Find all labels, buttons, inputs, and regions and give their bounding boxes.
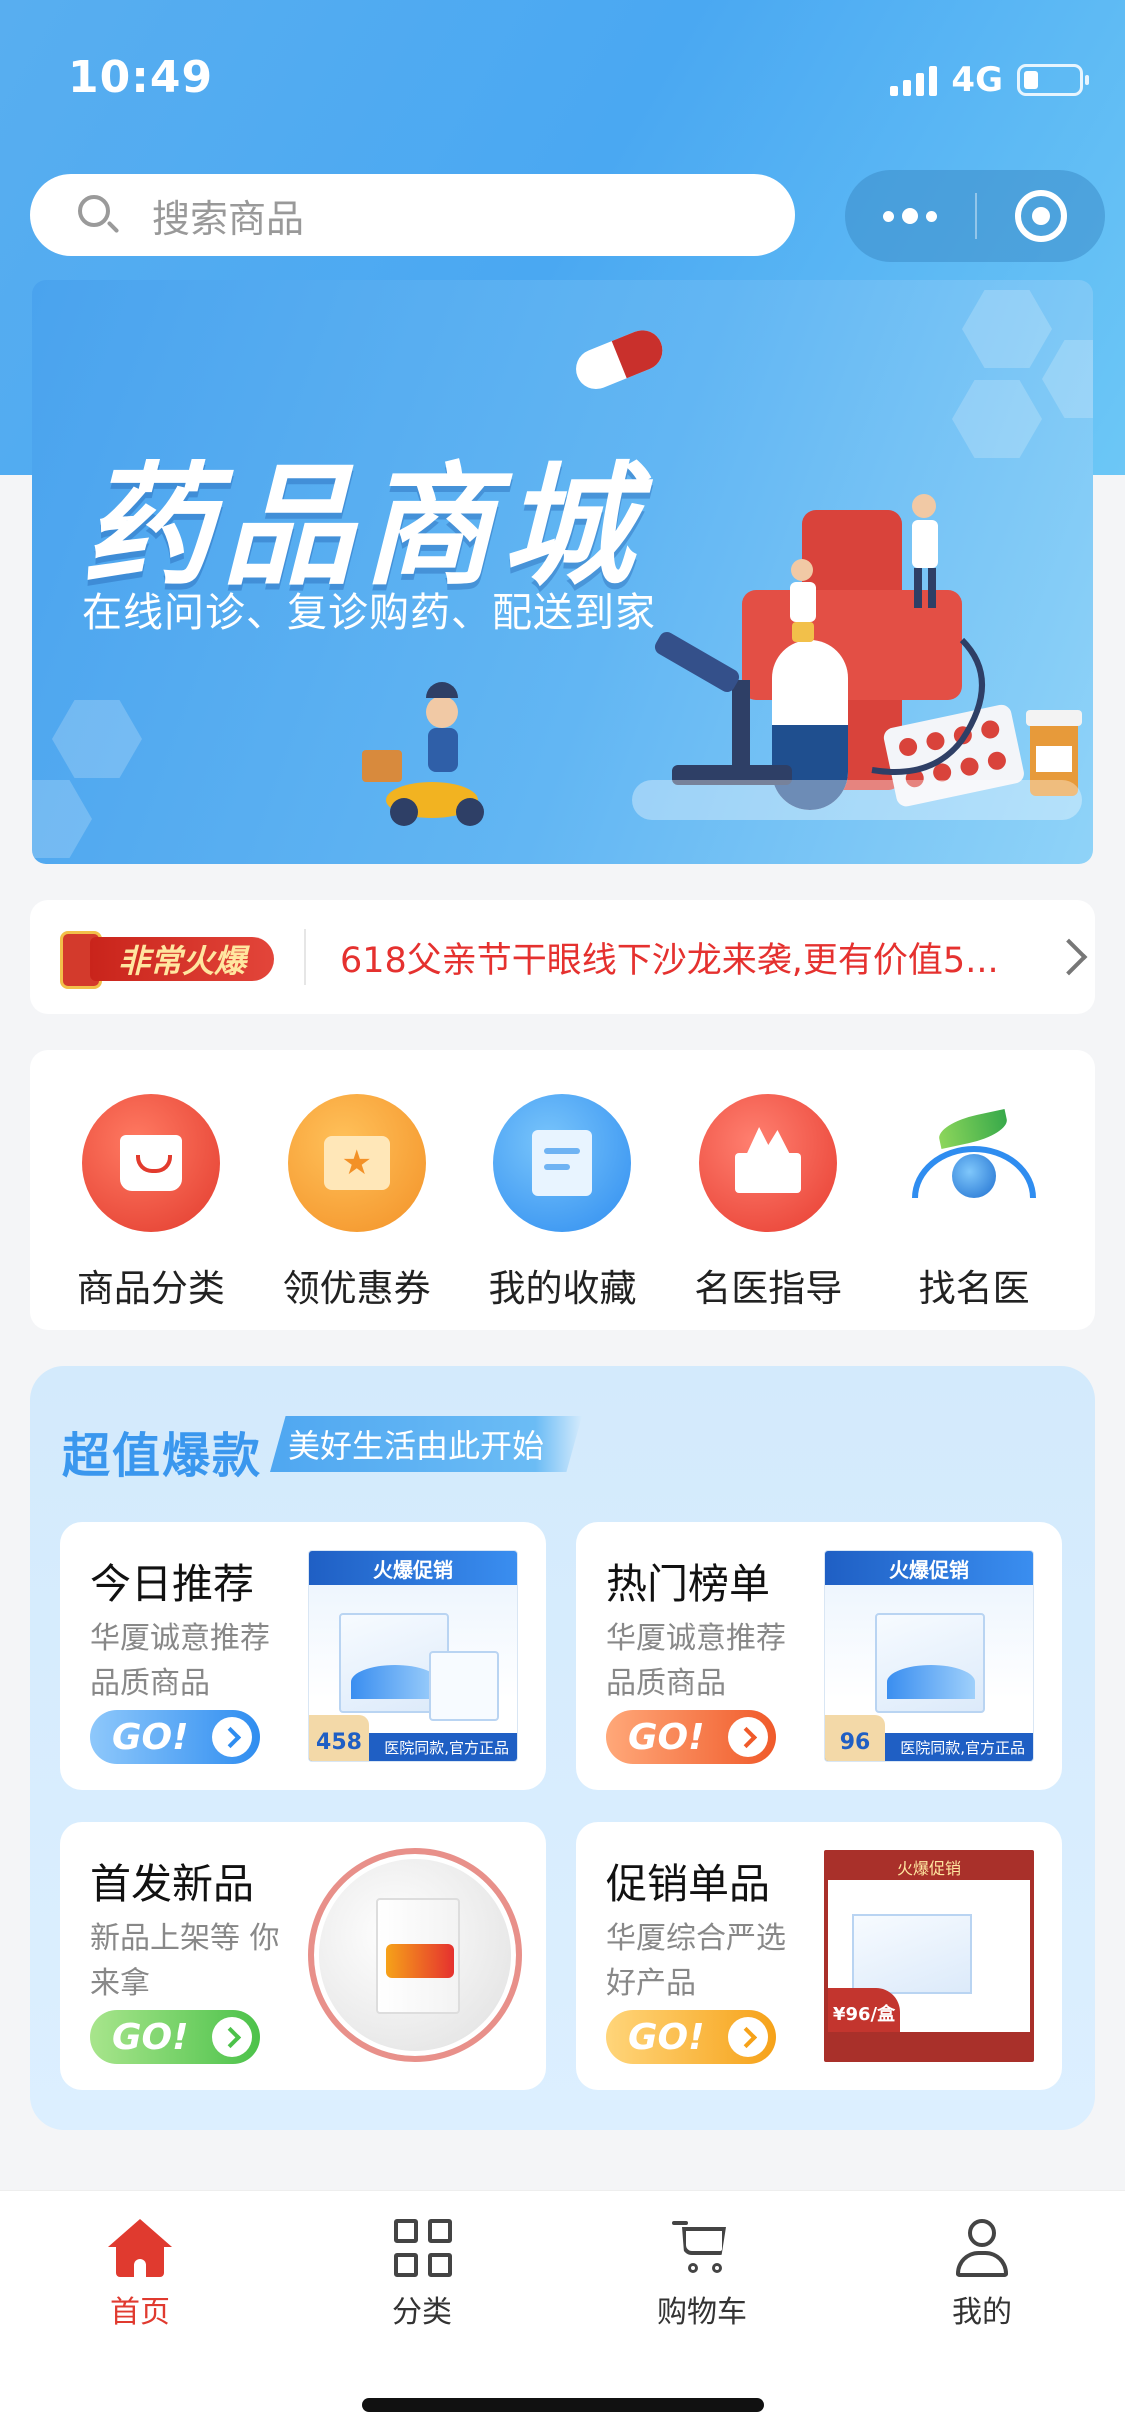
search-input[interactable]: 搜索商品	[30, 174, 795, 256]
status-time: 10:49	[68, 52, 214, 103]
mini-program-capsule	[845, 170, 1105, 262]
tab-category[interactable]: 分类	[322, 2215, 522, 2331]
close-target-icon[interactable]	[977, 190, 1105, 242]
product-price: ¥96/盒	[828, 1988, 900, 2038]
go-button[interactable]: GO!	[606, 2010, 776, 2064]
product-price: 96	[825, 1715, 885, 1761]
arrow-right-icon	[728, 1717, 768, 1757]
tab-label: 我的	[952, 2295, 1012, 2330]
entry-label: 领优惠券	[282, 1267, 431, 1310]
go-button[interactable]: GO!	[90, 1710, 260, 1764]
product-box	[852, 1914, 972, 1994]
go-button[interactable]: GO!	[90, 2010, 260, 2064]
network-type: 4G	[951, 60, 1003, 100]
home-indicator	[362, 2398, 764, 2412]
go-label: GO!	[628, 1716, 705, 1758]
product-box	[875, 1613, 985, 1713]
more-icon[interactable]	[845, 208, 975, 224]
go-button[interactable]: GO!	[606, 1710, 776, 1764]
notice-text: 618父亲节干眼线下沙龙来袭,更有价值5...	[340, 940, 999, 981]
featured-slogan: 美好生活由此开始	[270, 1416, 583, 1472]
status-bar: 10:49 4G	[0, 0, 1125, 160]
product-image-header: 火爆促销	[309, 1551, 517, 1585]
entry-find-doctor[interactable]: 找名医	[874, 1094, 1074, 1312]
delivery-scooter-icon	[362, 682, 484, 826]
arrow-right-icon	[212, 2017, 252, 2057]
favorites-folder-icon	[493, 1094, 632, 1232]
tab-label: 首页	[110, 2295, 170, 2330]
product-image-round	[308, 1848, 522, 2062]
ground-base	[632, 780, 1082, 820]
user-icon	[950, 2215, 1014, 2279]
tab-home[interactable]: 首页	[40, 2215, 240, 2331]
card-desc: 华厦综合严选 好产品	[606, 1921, 786, 2001]
product-box	[429, 1651, 499, 1721]
hot-tag: 非常火爆	[60, 931, 276, 989]
notice-divider	[304, 929, 306, 985]
hero-banner[interactable]: 药品商城 在线问诊、复诊购药、配送到家	[32, 280, 1093, 864]
doctor-guide-icon	[699, 1094, 838, 1232]
go-label: GO!	[112, 2016, 189, 2058]
entry-favorites[interactable]: 我的收藏	[462, 1094, 662, 1312]
entry-categories[interactable]: 商品分类	[51, 1094, 251, 1312]
cart-icon	[670, 2215, 734, 2279]
go-label: GO!	[628, 2016, 705, 2058]
search-placeholder: 搜索商品	[152, 196, 305, 241]
card-promotion[interactable]: 促销单品 华厦综合严选 好产品 GO! 火爆促销 ¥96/盒	[576, 1822, 1062, 2090]
arrow-right-icon	[728, 2017, 768, 2057]
product-image: 火爆促销 医院同款,官方正品 458	[308, 1550, 518, 1762]
entry-doctor-guide[interactable]: 名医指导	[668, 1094, 868, 1312]
card-new-products[interactable]: 首发新品 新品上架等 你来拿 GO!	[60, 1822, 546, 2090]
product-image-footer	[828, 2032, 1030, 2058]
card-desc: 华厦诚意推荐 品质商品	[606, 1621, 786, 1701]
doctor-figure	[790, 559, 816, 642]
status-indicators: 4G	[890, 60, 1089, 100]
card-today-recommend[interactable]: 今日推荐 华厦诚意推荐 品质商品 GO! 火爆促销 医院同款,官方正品 458	[60, 1522, 546, 1790]
card-desc: 华厦诚意推荐 品质商品	[90, 1621, 270, 1701]
home-icon	[108, 2215, 172, 2279]
tab-label: 分类	[392, 2295, 452, 2330]
shopping-bag-icon	[81, 1094, 220, 1232]
product-image-header: 火爆促销	[828, 1854, 1030, 1880]
product-image: 火爆促销 ¥96/盒	[824, 1850, 1034, 2062]
pill-icon	[576, 330, 663, 390]
hot-tag-label: 非常火爆	[90, 937, 274, 981]
tab-label: 购物车	[657, 2295, 747, 2330]
chevron-right-icon[interactable]	[1050, 938, 1088, 976]
entry-label: 我的收藏	[488, 1267, 637, 1310]
card-hot-list[interactable]: 热门榜单 华厦诚意推荐 品质商品 GO! 火爆促销 医院同款,官方正品 96	[576, 1522, 1062, 1790]
grid-icon	[390, 2215, 454, 2279]
card-desc: 新品上架等 你来拿	[90, 1921, 280, 2001]
card-title: 首发新品	[90, 1860, 254, 1908]
card-title: 今日推荐	[90, 1560, 254, 1608]
featured-section: 超值爆款 美好生活由此开始 今日推荐 华厦诚意推荐 品质商品 GO! 火爆促销 …	[30, 1366, 1095, 2130]
eye-icon	[905, 1094, 1044, 1232]
search-icon	[78, 195, 120, 235]
card-title: 促销单品	[606, 1860, 770, 1908]
entry-label: 名医指导	[694, 1267, 843, 1310]
entry-label: 找名医	[918, 1267, 1030, 1310]
tab-cart[interactable]: 购物车	[602, 2215, 802, 2331]
banner-illustration	[362, 330, 1082, 826]
product-image-header: 火爆促销	[825, 1551, 1033, 1585]
coupon-icon: ★	[287, 1094, 426, 1232]
product-price: 458	[309, 1715, 369, 1761]
go-label: GO!	[112, 1716, 189, 1758]
battery-icon	[1017, 64, 1089, 96]
card-title: 热门榜单	[606, 1560, 770, 1608]
signal-icon	[890, 64, 938, 96]
quick-entry-grid: 商品分类 ★ 领优惠券 我的收藏 名医指导 找名医	[30, 1050, 1095, 1330]
notice-bar[interactable]: 非常火爆 618父亲节干眼线下沙龙来袭,更有价值5...	[30, 900, 1095, 1014]
featured-title: 超值爆款	[62, 1428, 263, 1484]
tab-mine[interactable]: 我的	[882, 2215, 1082, 2331]
arrow-right-icon	[212, 1717, 252, 1757]
product-image: 火爆促销 医院同款,官方正品 96	[824, 1550, 1034, 1762]
entry-label: 商品分类	[76, 1267, 225, 1310]
entry-coupons[interactable]: ★ 领优惠券	[257, 1094, 457, 1312]
